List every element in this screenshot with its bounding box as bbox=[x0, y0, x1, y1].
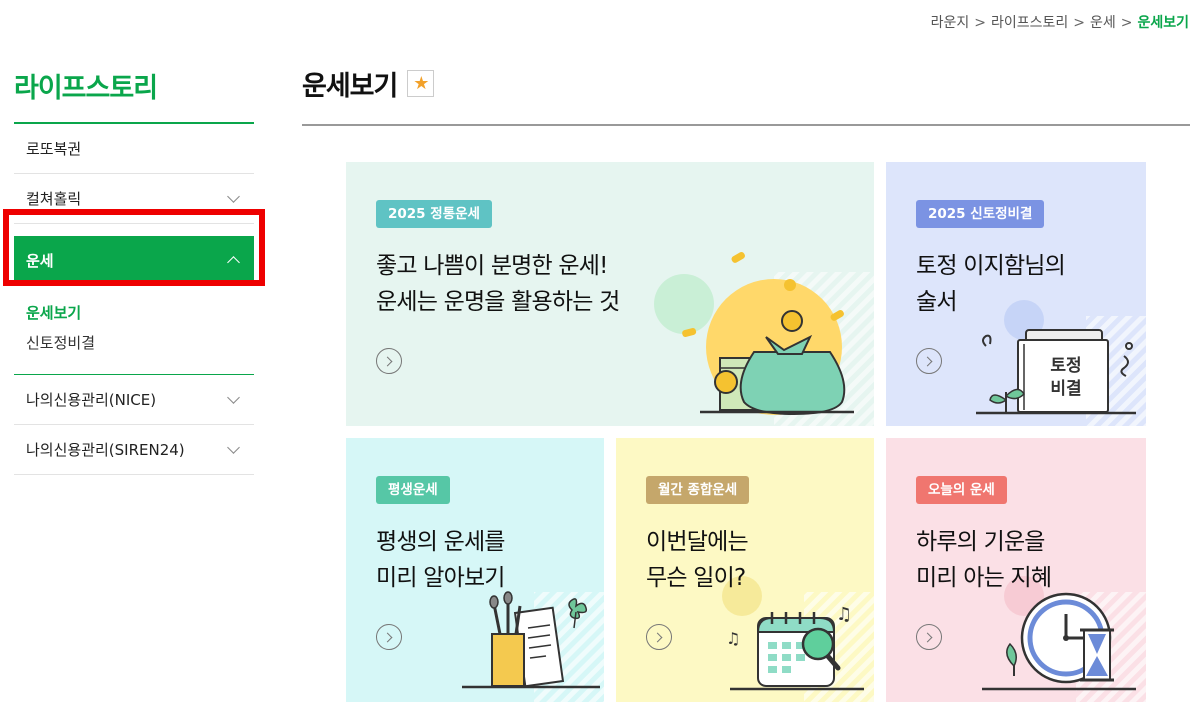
sidebar-submenu: 운세보기 신토정비결 bbox=[14, 284, 254, 375]
pencil-cup-illustration bbox=[462, 591, 604, 702]
card-line-2: 미리 알아보기 bbox=[376, 565, 505, 591]
card-badge: 2025 정통운세 bbox=[376, 200, 492, 228]
breadcrumb-separator: > bbox=[1073, 15, 1085, 31]
card-line-1: 평생의 운세를 bbox=[376, 529, 505, 555]
arrow-right-icon[interactable] bbox=[376, 348, 402, 374]
arrow-right-icon[interactable] bbox=[916, 348, 942, 374]
sidebar-item-lotto[interactable]: 로또복권 bbox=[14, 124, 254, 174]
card-description: 평생의 운세를 미리 알아보기 bbox=[376, 524, 505, 596]
card-line-1: 하루의 기운을 bbox=[916, 529, 1045, 555]
sidebar-item-label: 나의신용관리(SIREN24) bbox=[26, 441, 185, 459]
sidebar-item-label: 컬쳐홀릭 bbox=[26, 190, 82, 208]
svg-text:♫: ♫ bbox=[836, 604, 852, 625]
card-line-2: 무슨 일이? bbox=[646, 565, 746, 591]
chevron-down-icon bbox=[227, 189, 240, 203]
arrow-right-icon[interactable] bbox=[376, 624, 402, 650]
sidebar-item-label: 운세 bbox=[26, 251, 54, 270]
sidebar: 라이프스토리 로또복권 컬쳐홀릭 운세 운세보기 신토정비결 나의신용관리(NI… bbox=[14, 60, 254, 475]
card-description: 이번달에는 무슨 일이? bbox=[646, 524, 749, 596]
card-tojeong[interactable]: 토정 비결 2025 신토정비결 토정 이지함님의 술서 bbox=[886, 162, 1146, 426]
card-annual-fortune[interactable]: 2025 정통운세 좋고 나쁨이 분명한 운세! 운세는 운명을 활용하는 것 bbox=[346, 162, 874, 426]
breadcrumb-fortune[interactable]: 운세 bbox=[1090, 15, 1116, 31]
money-bag-illustration bbox=[654, 252, 874, 426]
page-title: 운세보기 ★ bbox=[302, 64, 435, 103]
card-badge: 오늘의 운세 bbox=[916, 476, 1007, 504]
svg-text:♫: ♫ bbox=[726, 629, 740, 648]
breadcrumb-lifestory[interactable]: 라이프스토리 bbox=[991, 15, 1068, 31]
card-line-1: 토정 이지함님의 bbox=[916, 253, 1066, 279]
card-line-1: 좋고 나쁨이 분명한 운세! bbox=[376, 253, 608, 279]
arrow-right-icon[interactable] bbox=[916, 624, 942, 650]
card-line-2: 술서 bbox=[916, 289, 958, 315]
submenu-item-fortune-view[interactable]: 운세보기 bbox=[26, 298, 242, 328]
card-monthly-fortune[interactable]: ♫ ♫ 월간 종합운세 이번달에는 무슨 일이? bbox=[616, 438, 874, 702]
card-daily-fortune[interactable]: 오늘의 운세 하루의 기운을 미리 아는 지혜 bbox=[886, 438, 1146, 702]
sidebar-title[interactable]: 라이프스토리 bbox=[14, 60, 254, 122]
title-divider bbox=[302, 124, 1190, 126]
chevron-down-icon bbox=[227, 440, 240, 454]
card-line-2: 운세는 운명을 활용하는 것 bbox=[376, 289, 620, 315]
sidebar-item-credit-nice[interactable]: 나의신용관리(NICE) bbox=[14, 375, 254, 425]
sidebar-item-credit-siren24[interactable]: 나의신용관리(SIREN24) bbox=[14, 425, 254, 475]
card-description: 토정 이지함님의 술서 bbox=[916, 248, 1066, 320]
sidebar-item-label: 로또복권 bbox=[26, 140, 82, 158]
breadcrumb-separator: > bbox=[1120, 15, 1133, 31]
breadcrumb-current: 운세보기 bbox=[1137, 15, 1189, 31]
chevron-down-icon bbox=[227, 390, 240, 404]
book-title-line-1: 토정 bbox=[1050, 356, 1081, 376]
breadcrumb-lounge[interactable]: 라운지 bbox=[931, 15, 970, 31]
sidebar-item-fortune[interactable]: 운세 bbox=[14, 236, 254, 284]
card-description: 좋고 나쁨이 분명한 운세! 운세는 운명을 활용하는 것 bbox=[376, 248, 620, 320]
submenu-item-tojeong[interactable]: 신토정비결 bbox=[26, 328, 242, 358]
chevron-up-icon bbox=[227, 256, 240, 269]
card-line-2: 미리 아는 지혜 bbox=[916, 565, 1052, 591]
sidebar-item-label: 나의신용관리(NICE) bbox=[26, 391, 157, 409]
arrow-right-icon[interactable] bbox=[646, 624, 672, 650]
breadcrumb: 라운지 > 라이프스토리 > 운세 > 운세보기 bbox=[931, 12, 1189, 32]
card-line-1: 이번달에는 bbox=[646, 529, 749, 555]
page-title-text: 운세보기 bbox=[302, 71, 398, 102]
sidebar-item-culture[interactable]: 컬쳐홀릭 bbox=[14, 174, 254, 224]
breadcrumb-separator: > bbox=[974, 15, 986, 31]
card-lifetime-fortune[interactable]: 평생운세 평생의 운세를 미리 알아보기 bbox=[346, 438, 604, 702]
favorite-star-icon[interactable]: ★ bbox=[407, 70, 435, 97]
book-title-line-2: 비결 bbox=[1050, 379, 1081, 399]
card-badge: 2025 신토정비결 bbox=[916, 200, 1045, 228]
card-badge: 평생운세 bbox=[376, 476, 450, 504]
card-badge: 월간 종합운세 bbox=[646, 476, 750, 504]
card-description: 하루의 기운을 미리 아는 지혜 bbox=[916, 524, 1052, 596]
